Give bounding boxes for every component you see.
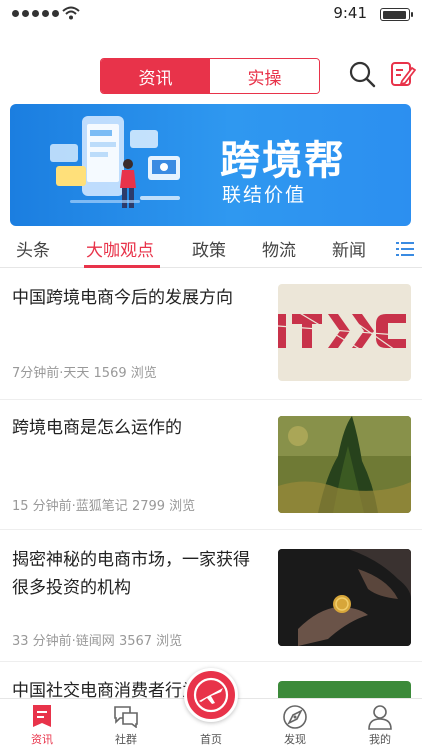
chat-icon bbox=[114, 706, 138, 728]
battery-icon bbox=[380, 8, 413, 21]
article-item[interactable]: 中国跨境电商今后的发展方向 7分钟前·天天 1569 浏览 bbox=[0, 270, 422, 400]
article-title: 揭密神秘的电商市场，一家获得很多投资的机构 bbox=[12, 550, 250, 598]
jtxc-logo-image bbox=[278, 284, 411, 381]
tabbar-item-profile[interactable]: 我的 bbox=[338, 699, 422, 750]
article-title: 中国跨境电商今后的发展方向 bbox=[12, 288, 233, 308]
article-meta: 33 分钟前·链闻网 3567 浏览 bbox=[12, 634, 183, 649]
tab-logistics[interactable]: 物流 bbox=[262, 236, 296, 261]
discover-icon bbox=[283, 705, 307, 729]
tabbar-item-community[interactable]: 社群 bbox=[84, 699, 168, 750]
category-menu-icon[interactable] bbox=[396, 241, 414, 257]
home-plane-icon bbox=[193, 677, 229, 713]
status-time: 9:41 bbox=[333, 4, 367, 22]
profile-icon bbox=[368, 705, 392, 730]
tab-news[interactable]: 新闻 bbox=[332, 236, 366, 261]
status-bar: 9:41 bbox=[0, 0, 422, 28]
tabbar-item-discover[interactable]: 发现 bbox=[253, 699, 337, 750]
banner-illustration bbox=[50, 116, 180, 208]
tab-headlines[interactable]: 头条 bbox=[16, 236, 50, 261]
banner-title: 跨境帮 bbox=[220, 138, 346, 184]
news-icon bbox=[33, 705, 51, 727]
tabbar-label: 我的 bbox=[369, 733, 391, 746]
segment-news[interactable]: 资讯 bbox=[101, 59, 210, 93]
banner-subtitle: 联结价值 bbox=[222, 184, 307, 206]
article-meta: 7分钟前·天天 1569 浏览 bbox=[12, 366, 157, 381]
edit-icon[interactable] bbox=[390, 60, 416, 88]
article-item[interactable]: 揭密神秘的电商市场，一家获得很多投资的机构 33 分钟前·链闻网 3567 浏览 bbox=[0, 532, 422, 662]
article-item[interactable]: 跨境电商是怎么运作的 15 分钟前·蓝狐笔记 2799 浏览 bbox=[0, 400, 422, 530]
tabbar-label: 发现 bbox=[284, 733, 306, 746]
tab-expert-views[interactable]: 大咖观点 bbox=[86, 236, 154, 261]
tabbar-label: 社群 bbox=[115, 733, 137, 746]
article-meta: 15 分钟前·蓝狐笔记 2799 浏览 bbox=[12, 499, 196, 514]
category-tabs: 头条 大咖观点 政策 物流 新闻 bbox=[0, 228, 422, 268]
tabbar-label: 资讯 bbox=[31, 733, 53, 746]
tab-policy[interactable]: 政策 bbox=[192, 236, 226, 261]
tabbar-item-news[interactable]: 资讯 bbox=[0, 699, 84, 750]
coin-in-hand-image bbox=[278, 549, 411, 646]
content-type-switch: 资讯 实操 bbox=[100, 58, 320, 94]
segment-practice[interactable]: 实操 bbox=[210, 59, 319, 93]
home-center-button[interactable] bbox=[184, 668, 238, 722]
active-tab-indicator bbox=[84, 265, 160, 268]
tabbar-label: 首页 bbox=[200, 733, 222, 746]
search-icon[interactable] bbox=[348, 60, 376, 88]
promo-banner[interactable]: 跨境帮 联结价值 bbox=[10, 104, 411, 226]
cypress-painting-image bbox=[278, 416, 411, 513]
article-title: 跨境电商是怎么运作的 bbox=[12, 418, 182, 438]
